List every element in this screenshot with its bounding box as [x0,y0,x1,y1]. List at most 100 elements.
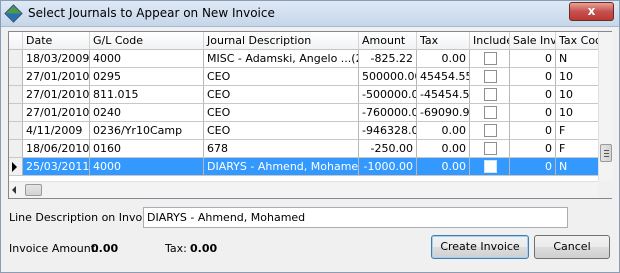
cell-sale-inv[interactable]: 0 [510,140,556,158]
cancel-button[interactable]: Cancel [534,235,610,259]
cell-tax-code[interactable]: 10 [556,86,598,104]
cell-gl-code[interactable]: 0160 [90,140,204,158]
cell-amount[interactable]: 500000.00 [359,68,417,86]
cell-tax[interactable]: -45454.55 [417,86,470,104]
cell-sale-inv[interactable]: 0 [510,122,556,140]
cell-gl-code[interactable]: 0295 [90,68,204,86]
cell-tax-code[interactable]: F [556,140,598,158]
cell-tax-code[interactable]: F [556,122,598,140]
cell-include [470,86,510,104]
cell-journal-description[interactable]: CEO [204,86,359,104]
cell-amount[interactable]: -825.22 [359,50,417,68]
row-selector[interactable] [9,158,23,176]
title-bar: Select Journals to Appear on New Invoice… [1,1,619,27]
include-checkbox[interactable] [484,160,497,173]
cell-gl-code[interactable]: 0236/Yr10Camp [90,122,204,140]
cell-gl-code[interactable]: 4000 [90,158,204,176]
close-icon: x [587,4,596,18]
scroll-left-icon[interactable] [12,186,16,194]
table-row[interactable]: 27/01/20100240CEO-760000.00-69090.91 010 [9,104,598,122]
cell-tax[interactable]: 45454.55 [417,68,470,86]
cell-include [470,104,510,122]
cell-sale-inv[interactable]: 0 [510,68,556,86]
header-date[interactable]: Date [23,32,90,50]
include-checkbox[interactable] [484,88,497,101]
line-description-input[interactable]: DIARYS - Ahmend, Mohamed [143,207,568,228]
grid-header: Date G/L Code Journal Description Amount… [9,32,598,50]
row-selector[interactable] [9,122,23,140]
cell-journal-description[interactable]: 678 [204,140,359,158]
cell-tax[interactable]: 0.00 [417,158,470,176]
cell-journal-description[interactable]: CEO [204,68,359,86]
header-tax-code[interactable]: Tax Cod [556,32,598,50]
cell-tax[interactable]: 0.00 [417,50,470,68]
row-selector[interactable] [9,68,23,86]
create-invoice-button[interactable]: Create Invoice [431,235,529,259]
cell-include [470,122,510,140]
include-checkbox[interactable] [484,52,497,65]
tax-label: Tax: [165,242,187,255]
table-row[interactable]: 4/11/20090236/Yr10CampCEO-946328.000.00 0… [9,122,598,140]
cell-date[interactable]: 18/06/2010 [23,140,90,158]
row-selector[interactable] [9,140,23,158]
cell-date[interactable]: 27/01/2010 [23,68,90,86]
cell-sale-inv[interactable]: 0 [510,50,556,68]
include-checkbox[interactable] [484,142,497,155]
cell-include [470,158,510,176]
include-checkbox[interactable] [484,124,497,137]
vertical-scroll-thumb[interactable] [600,144,612,162]
table-row[interactable]: 25/03/2011 4000 DIARYS - Ahmend, Mohamed -1… [9,158,598,176]
horizontal-scrollbar[interactable] [9,181,598,198]
cell-tax[interactable]: -69090.91 [417,104,470,122]
close-button[interactable]: x [569,2,614,21]
cell-tax[interactable]: 0.00 [417,140,470,158]
cell-amount[interactable]: -946328.00 [359,122,417,140]
dialog-window: Select Journals to Appear on New Invoice… [0,0,620,273]
header-include[interactable]: Include [470,32,510,50]
cell-include [470,140,510,158]
table-row[interactable]: 27/01/2010 0295 CEO 500000.00 45454.55 0 10 [9,68,598,86]
cell-journal-description[interactable]: DIARYS - Ahmend, Mohamed [204,158,359,176]
table-row[interactable]: 27/01/2010811.015CEO-500000.00-45454.55 0… [9,86,598,104]
tax-value: 0.00 [190,242,218,255]
include-checkbox[interactable] [484,106,497,119]
include-checkbox[interactable] [484,70,497,83]
cell-tax-code[interactable]: 10 [556,68,598,86]
cell-amount[interactable]: -1000.00 [359,158,417,176]
vertical-scrollbar[interactable] [598,32,613,181]
cell-date[interactable]: 25/03/2011 [23,158,90,176]
cell-date[interactable]: 27/01/2010 [23,104,90,122]
header-gl-code[interactable]: G/L Code [90,32,204,50]
cell-tax[interactable]: 0.00 [417,122,470,140]
horizontal-scroll-thumb[interactable] [25,184,42,196]
header-journal-description[interactable]: Journal Description [204,32,359,50]
row-selector[interactable] [9,86,23,104]
cell-tax-code[interactable]: N [556,158,598,176]
cell-date[interactable]: 18/03/2009 [23,50,90,68]
cell-date[interactable]: 27/01/2010 [23,86,90,104]
cell-journal-description[interactable]: CEO [204,104,359,122]
cell-amount[interactable]: -760000.00 [359,104,417,122]
cell-gl-code[interactable]: 4000 [90,50,204,68]
cell-date[interactable]: 4/11/2009 [23,122,90,140]
table-row[interactable]: 18/03/2009 4000 MISC - Adamski, Angelo ...… [9,50,598,68]
cell-sale-inv[interactable]: 0 [510,104,556,122]
header-amount[interactable]: Amount [359,32,417,50]
row-selector[interactable] [9,50,23,68]
cell-tax-code[interactable]: N [556,50,598,68]
scrollbar-corner [598,181,613,198]
journal-grid: Date G/L Code Journal Description Amount… [8,31,613,199]
header-sale-inv[interactable]: Sale Inv [510,32,556,50]
cell-gl-code[interactable]: 0240 [90,104,204,122]
cell-journal-description[interactable]: CEO [204,122,359,140]
cell-sale-inv[interactable]: 0 [510,158,556,176]
cell-amount[interactable]: -500000.00 [359,86,417,104]
table-row[interactable]: 18/06/2010 0160 678 -250.00 0.00 0 F [9,140,598,158]
cell-journal-description[interactable]: MISC - Adamski, Angelo ...(2) [204,50,359,68]
cell-amount[interactable]: -250.00 [359,140,417,158]
row-selector[interactable] [9,104,23,122]
cell-gl-code[interactable]: 811.015 [90,86,204,104]
cell-tax-code[interactable]: 10 [556,104,598,122]
cell-sale-inv[interactable]: 0 [510,86,556,104]
header-tax[interactable]: Tax [417,32,470,50]
